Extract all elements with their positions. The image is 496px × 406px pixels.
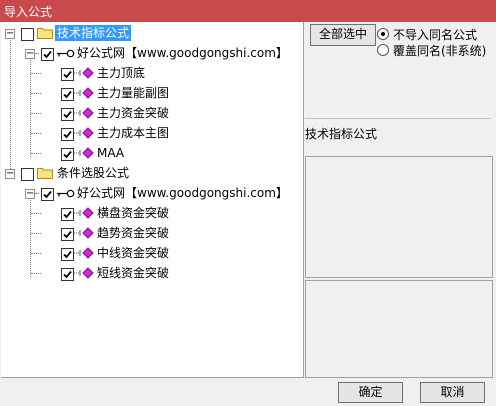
checkbox-item[interactable] [61, 68, 74, 81]
collapse-toggle[interactable]: − [5, 29, 15, 39]
checkbox-site[interactable] [41, 188, 54, 201]
tree-item-label[interactable]: 短线资金突破 [97, 265, 169, 281]
tree-item-label[interactable]: 主力量能副图 [97, 85, 169, 101]
formula-icon [74, 147, 94, 159]
checkbox-site[interactable] [41, 48, 54, 61]
formula-icon [74, 87, 94, 99]
tree-item-label[interactable]: 横盘资金突破 [97, 205, 169, 221]
key-icon [57, 189, 75, 198]
checkbox-item[interactable] [61, 88, 74, 101]
dialog-footer: 确定 取消 [0, 377, 496, 406]
tree-node-label[interactable]: 好公式网【www.goodgongshi.com】 [77, 185, 288, 201]
import-formula-dialog: 导入公式 − 技术指标公式 − 好公式网【www.goodgongshi.com… [0, 0, 496, 406]
radio-no-import[interactable] [377, 28, 389, 40]
tree-item-label[interactable]: 中线资金突破 [97, 245, 169, 261]
formula-icon [74, 107, 94, 119]
title-bar: 导入公式 [0, 0, 496, 22]
radio-overwrite-label[interactable]: 覆盖同名(非系统) [393, 42, 486, 59]
formula-tree[interactable]: − 技术指标公式 − 好公式网【www.goodgongshi.com】 主力顶… [1, 22, 304, 378]
formula-icon [74, 247, 94, 259]
checkbox-root-conditions[interactable] [21, 168, 34, 181]
checkbox-item[interactable] [61, 208, 74, 221]
select-all-button[interactable]: 全部选中 [310, 24, 376, 46]
window-title: 导入公式 [4, 5, 53, 19]
formula-icon [74, 207, 94, 219]
tree-node-label[interactable]: 条件选股公式 [57, 165, 129, 181]
tree-line [30, 54, 31, 157]
formula-icon [74, 227, 94, 239]
radio-overwrite[interactable] [377, 44, 389, 56]
formula-icon [74, 267, 94, 279]
checkbox-item[interactable] [61, 268, 74, 281]
checkbox-item[interactable] [61, 228, 74, 241]
tree-item-label[interactable]: 主力顶底 [97, 65, 145, 81]
tree-item-label[interactable]: 主力成本主图 [97, 125, 169, 141]
checkbox-item[interactable] [61, 128, 74, 141]
tree-item-label[interactable]: 主力资金突破 [97, 105, 169, 121]
options-pane: 全部选中 不导入同名公式 覆盖同名(非系统) 技术指标公式 [305, 22, 496, 378]
tree-line [35, 53, 39, 54]
checkbox-item[interactable] [61, 248, 74, 261]
tree-item-label[interactable]: 趋势资金突破 [97, 225, 169, 241]
formula-icon [74, 127, 94, 139]
tree-item-label[interactable]: MAA [97, 145, 124, 161]
folder-icon [37, 168, 53, 179]
tree-line [10, 34, 11, 177]
folder-icon [37, 28, 53, 39]
checkbox-item[interactable] [61, 148, 74, 161]
tree-line [35, 193, 39, 194]
info-panel-title: 技术指标公式 [305, 127, 378, 141]
formula-detail-panel [305, 280, 493, 378]
tree-node-label[interactable]: 好公式网【www.goodgongshi.com】 [77, 45, 288, 61]
checkbox-item[interactable] [61, 108, 74, 121]
formula-description-panel [305, 156, 493, 278]
cancel-button[interactable]: 取消 [420, 382, 485, 403]
formula-icon [74, 67, 94, 79]
tree-line [30, 194, 31, 277]
info-header-panel: 技术指标公式 [305, 118, 491, 155]
tree-node-label[interactable]: 技术指标公式 [55, 25, 132, 41]
ok-button[interactable]: 确定 [338, 382, 403, 403]
collapse-toggle[interactable]: − [25, 189, 35, 199]
key-icon [57, 49, 75, 58]
collapse-toggle[interactable]: − [25, 49, 35, 59]
radio-no-import-label[interactable]: 不导入同名公式 [393, 26, 477, 43]
collapse-toggle[interactable]: − [5, 169, 15, 179]
checkbox-root-indicators[interactable] [21, 28, 34, 41]
